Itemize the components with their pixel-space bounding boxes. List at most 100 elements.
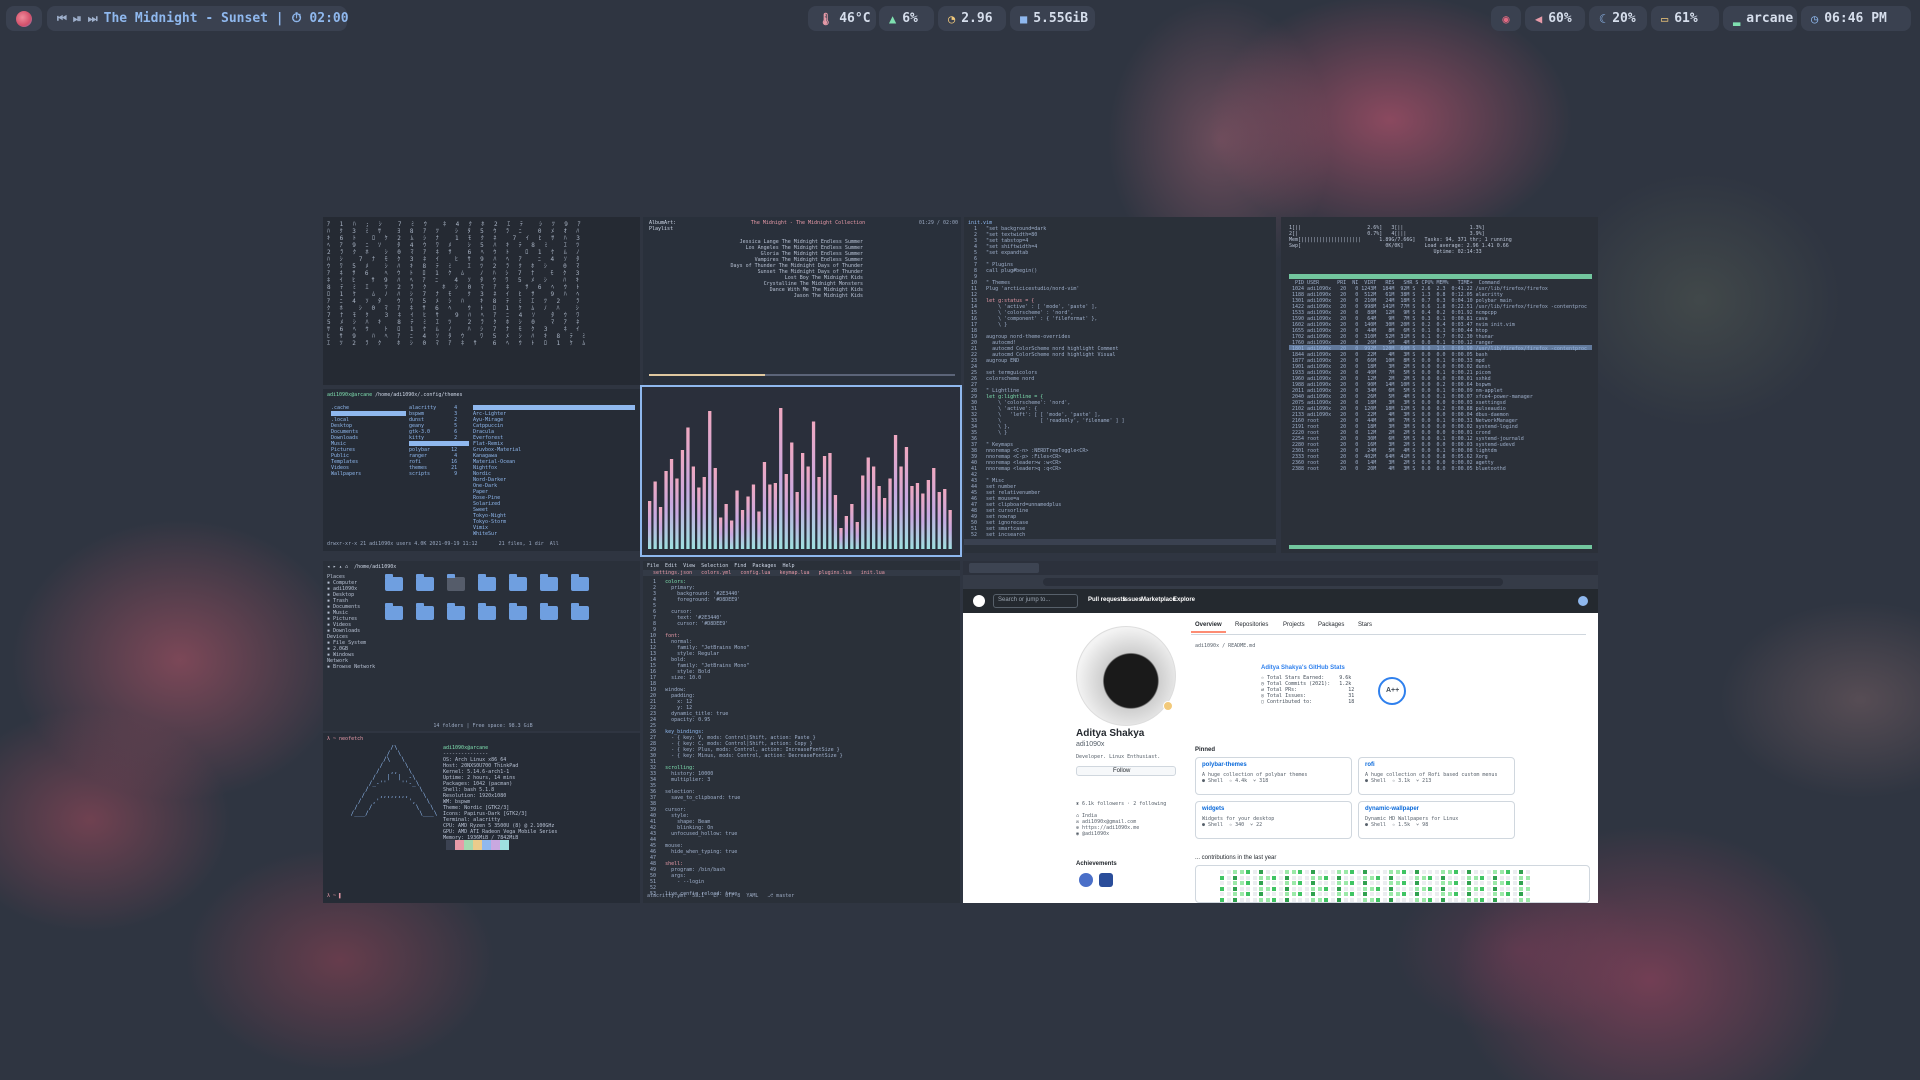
contribution-cell[interactable] (1402, 875, 1406, 880)
contribution-cell[interactable] (1382, 881, 1387, 885)
matrix-terminal-window[interactable]: ｱ 1 ﾊ ; ｼ 7 ﾐ ｳ ﾈ 4 ｸ ﾎ 2 ｴ ﾃ ｼ ﾂ 9 ｱ ﾊ … (323, 217, 640, 385)
pinned-repo-card[interactable]: widgets Widgets for your desktop ● Shell… (1195, 801, 1352, 839)
contribution-cell[interactable] (1376, 875, 1380, 880)
contribution-cell[interactable] (1447, 897, 1452, 902)
contribution-cell[interactable] (1252, 897, 1257, 902)
contribution-cell[interactable] (1252, 875, 1257, 880)
contribution-cell[interactable] (1252, 886, 1257, 891)
contribution-cell[interactable] (1226, 886, 1231, 891)
neofetch-terminal-window[interactable]: λ ~ neofetch /\ / \ /\ \ / \ / ,, \ / | … (323, 733, 640, 903)
contribution-cell[interactable] (1259, 886, 1263, 891)
contribution-cell[interactable] (1363, 886, 1367, 891)
contribution-cell[interactable] (1441, 892, 1445, 896)
contribution-cell[interactable] (1519, 870, 1523, 874)
contribution-cell[interactable] (1317, 892, 1322, 896)
contribution-cell[interactable] (1395, 875, 1400, 880)
contribution-cell[interactable] (1317, 897, 1322, 902)
contribution-cell[interactable] (1252, 892, 1257, 896)
contribution-cell[interactable] (1441, 886, 1445, 891)
contribution-cell[interactable] (1298, 870, 1302, 874)
contribution-cell[interactable] (1233, 875, 1237, 880)
contribution-cell[interactable] (1233, 886, 1237, 891)
folder-icon[interactable] (571, 574, 589, 591)
contribution-cell[interactable] (1467, 881, 1471, 885)
contribution-cell[interactable] (1278, 892, 1283, 896)
contribution-cell[interactable] (1311, 875, 1315, 880)
contribution-cell[interactable] (1512, 892, 1517, 896)
contribution-cell[interactable] (1259, 881, 1263, 885)
contribution-cell[interactable] (1493, 870, 1497, 874)
contribution-cell[interactable] (1454, 897, 1458, 902)
tab-projects[interactable]: Projects (1283, 622, 1305, 628)
contribution-cell[interactable] (1285, 897, 1289, 902)
folder-icon[interactable] (416, 603, 434, 620)
contribution-cell[interactable] (1486, 875, 1491, 880)
contribution-cell[interactable] (1233, 892, 1237, 896)
contribution-cell[interactable] (1246, 897, 1250, 902)
contribution-cell[interactable] (1454, 886, 1458, 891)
contribution-cell[interactable] (1265, 886, 1270, 891)
previous-track-icon[interactable]: ⏮ (57, 12, 67, 26)
contribution-cell[interactable] (1369, 892, 1374, 896)
contribution-cell[interactable] (1408, 886, 1413, 891)
contribution-cell[interactable] (1428, 875, 1432, 880)
contribution-cell[interactable] (1350, 897, 1354, 902)
contribution-cell[interactable] (1408, 870, 1413, 874)
contribution-cell[interactable] (1512, 875, 1517, 880)
contribution-cell[interactable] (1298, 897, 1302, 902)
htop-window[interactable]: 1[|| 2.6%] 3[|| 1.3%] 2[| 0.7%] 4[||| 3.… (1281, 217, 1598, 553)
contribution-cell[interactable] (1460, 870, 1465, 874)
folder-icon[interactable] (447, 603, 465, 620)
contribution-cell[interactable] (1291, 881, 1296, 885)
contribution-cell[interactable] (1265, 892, 1270, 896)
contribution-cell[interactable] (1402, 886, 1406, 891)
volume-module[interactable]: ◀ 60% (1525, 6, 1585, 31)
contribution-cell[interactable] (1246, 886, 1250, 891)
thunar-file-manager-window[interactable]: ◂ ▸ ▴ ⌂ /home/adi1090x Places ▪ Computer… (323, 561, 640, 731)
contribution-cell[interactable] (1311, 892, 1315, 896)
contribution-cell[interactable] (1272, 892, 1276, 896)
contribution-cell[interactable] (1272, 886, 1276, 891)
pinned-repo-card[interactable]: polybar-themes A huge collection of poly… (1195, 757, 1352, 795)
contribution-cell[interactable] (1278, 897, 1283, 902)
contribution-cell[interactable] (1421, 886, 1426, 891)
contribution-cell[interactable] (1493, 897, 1497, 902)
contribution-cell[interactable] (1356, 892, 1361, 896)
contribution-cell[interactable] (1265, 875, 1270, 880)
contribution-cell[interactable] (1337, 886, 1341, 891)
contribution-cell[interactable] (1480, 881, 1484, 885)
contribution-cell[interactable] (1376, 897, 1380, 902)
contribution-cell[interactable] (1272, 875, 1276, 880)
contribution-cell[interactable] (1343, 881, 1348, 885)
contribution-cell[interactable] (1239, 870, 1244, 874)
code-editor-window-top[interactable]: init.vim 1 "set background=dark 2 "set t… (964, 217, 1276, 553)
media-player-module[interactable]: ⏮ ⏯ ⏭ The Midnight - Sunset | ⏱ 02:00 (47, 6, 349, 31)
contribution-cell[interactable] (1408, 897, 1413, 902)
contribution-cell[interactable] (1317, 881, 1322, 885)
contribution-cell[interactable] (1226, 881, 1231, 885)
contribution-cell[interactable] (1343, 892, 1348, 896)
contribution-cell[interactable] (1298, 881, 1302, 885)
contribution-cell[interactable] (1356, 897, 1361, 902)
contribution-cell[interactable] (1460, 886, 1465, 891)
contribution-cell[interactable] (1356, 875, 1361, 880)
contribution-cell[interactable] (1415, 870, 1419, 874)
contribution-cell[interactable] (1382, 870, 1387, 874)
contribution-cell[interactable] (1369, 881, 1374, 885)
contribution-cell[interactable] (1317, 870, 1322, 874)
contribution-cell[interactable] (1220, 870, 1224, 874)
browser-tab[interactable] (969, 563, 1039, 573)
folder-icon[interactable] (385, 603, 403, 620)
tab-repositories[interactable]: Repositories (1235, 622, 1268, 628)
contribution-cell[interactable] (1421, 875, 1426, 880)
contribution-cell[interactable] (1389, 897, 1393, 902)
contribution-cell[interactable] (1473, 870, 1478, 874)
folder-icon[interactable] (540, 603, 558, 620)
contribution-cell[interactable] (1220, 886, 1224, 891)
contribution-cell[interactable] (1259, 870, 1263, 874)
contribution-cell[interactable] (1376, 892, 1380, 896)
contribution-cell[interactable] (1272, 870, 1276, 874)
contribution-cell[interactable] (1428, 881, 1432, 885)
contribution-cell[interactable] (1447, 870, 1452, 874)
pinned-repo-card[interactable]: rofi A huge collection of Rofi based cus… (1358, 757, 1515, 795)
